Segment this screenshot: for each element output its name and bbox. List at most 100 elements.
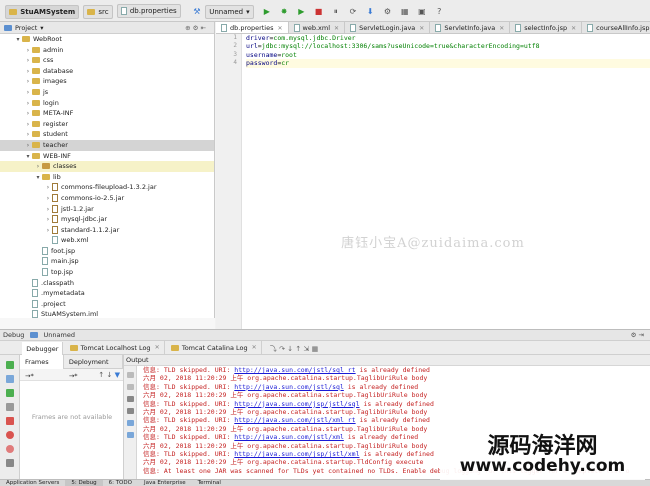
close-icon[interactable]: ✕	[571, 25, 576, 32]
breadcrumb-src[interactable]: src	[83, 5, 113, 19]
step-over-icon[interactable]: ↷	[279, 345, 285, 353]
tree-item[interactable]: .project	[0, 299, 214, 310]
log-link[interactable]: http://java.sun.com/jsp/jstl/xml	[234, 450, 359, 458]
evaluate-icon[interactable]: ▦	[312, 345, 319, 353]
mute-breakpoints-icon[interactable]	[5, 445, 14, 453]
tree-item[interactable]: › jstl-1.2.jar	[0, 204, 214, 215]
sdk-icon[interactable]: ▣	[416, 5, 428, 17]
log-link[interactable]: http://java.sun.com/jstl/xml rt	[234, 416, 355, 424]
vcs-icon[interactable]: ⬇	[364, 5, 376, 17]
settings-icon[interactable]	[5, 459, 14, 467]
file-icon	[52, 236, 58, 245]
editor-tab[interactable]: courseAllInfo.jsp✕	[582, 22, 650, 33]
tree-item[interactable]: .classpath	[0, 278, 214, 289]
scroll-to-end-icon[interactable]	[126, 408, 134, 414]
tree-item[interactable]: › student	[0, 129, 214, 140]
editor-tab[interactable]: selectInfo.jsp ✕	[510, 22, 583, 33]
breadcrumb-project[interactable]: StuAMSystem	[5, 5, 80, 19]
stop-program-icon[interactable]	[5, 417, 14, 425]
tool-window-button[interactable]: Application Servers	[0, 480, 65, 486]
tree-item[interactable]: › register	[0, 119, 214, 130]
build-icon[interactable]: ⚒	[191, 5, 203, 17]
tree-item[interactable]: ▾ WEB-INF	[0, 151, 214, 162]
tree-item[interactable]: › standard-1.1.2.jar	[0, 225, 214, 236]
update-icon[interactable]	[5, 375, 14, 383]
print-icon[interactable]	[126, 420, 134, 426]
editor-tab[interactable]: web.xml ✕	[289, 22, 346, 33]
editor-tab[interactable]: ServletLogin.java ✕	[345, 22, 431, 33]
down-icon[interactable]: ↓	[107, 371, 113, 379]
log-link[interactable]: http://java.sun.com/jsp/jstl/sql	[234, 400, 359, 408]
tool-window-button[interactable]: Terminal	[192, 480, 227, 486]
close-icon[interactable]: ✕	[252, 344, 257, 351]
tree-item[interactable]: › META-INF	[0, 108, 214, 119]
coverage-icon[interactable]: ▶	[295, 5, 307, 17]
view-breakpoints-icon[interactable]	[5, 431, 14, 439]
up-icon[interactable]: ↑	[98, 371, 104, 379]
log-link[interactable]: http://java.sun.com/jstl/sql	[234, 383, 344, 391]
resume-icon[interactable]	[5, 389, 14, 397]
tree-item[interactable]: › admin	[0, 45, 214, 56]
tab-tomcat-localhost-log[interactable]: Tomcat Localhost Log ✕	[66, 341, 165, 354]
tree-item[interactable]: › login	[0, 98, 214, 109]
sync-icon[interactable]: ⟳	[347, 5, 359, 17]
log-link[interactable]: http://java.sun.com/jstl/xml	[234, 433, 344, 441]
tool-window-button[interactable]: 5: Debug	[65, 480, 103, 486]
code-area[interactable]: driver=com.mysql.jdbc.Driver url=jdbc:mys…	[246, 34, 650, 68]
help-icon[interactable]: ?	[433, 5, 445, 17]
tree-item[interactable]: .mymetadata	[0, 288, 214, 299]
tree-item[interactable]: main.jsp	[0, 256, 214, 267]
run-to-cursor-icon[interactable]: ⇲	[303, 345, 309, 353]
tree-item[interactable]: › teacher	[0, 139, 214, 151]
tree-item[interactable]: ▾ WebRoot	[0, 34, 214, 45]
scroll-down-icon[interactable]	[126, 384, 134, 390]
step-out-icon[interactable]: ↑	[295, 345, 301, 353]
editor-tab[interactable]: db.properties ✕	[216, 22, 289, 33]
panel-settings-icon[interactable]: ⊕ ⚙ ⇤	[185, 24, 206, 32]
tree-item[interactable]: ▾ lib	[0, 172, 214, 183]
soft-wrap-icon[interactable]	[126, 396, 134, 402]
tree-item[interactable]: › commons-io-2.5.jar	[0, 193, 214, 204]
run-config-select[interactable]: Unnamed ▾	[205, 4, 254, 19]
tree-item[interactable]: top.jsp	[0, 267, 214, 278]
tree-item[interactable]: › css	[0, 55, 214, 66]
stop-icon[interactable]: ■	[313, 5, 325, 17]
tree-item[interactable]: foot.jsp	[0, 246, 214, 257]
editor-tab[interactable]: ServletInfo.java ✕	[430, 22, 511, 33]
pause-program-icon[interactable]	[5, 403, 14, 411]
pause-icon[interactable]: ⏸	[330, 6, 342, 18]
tab-deployment[interactable]: Deployment →*	[64, 354, 123, 380]
debug-window-controls-icon[interactable]: ⚙ ⇥	[631, 330, 644, 341]
debug-icon[interactable]: ✸	[278, 5, 290, 17]
tab-frames[interactable]: Frames →*	[20, 354, 64, 380]
run-icon[interactable]: ▶	[261, 5, 273, 17]
tree-item[interactable]: › mysql-jdbc.jar	[0, 214, 214, 225]
tool-window-button[interactable]: Java Enterprise	[138, 480, 192, 486]
tab-debugger[interactable]: Debugger	[22, 342, 64, 355]
tree-item[interactable]: web.xml	[0, 235, 214, 246]
clear-icon[interactable]	[126, 432, 134, 438]
tree-item[interactable]: › commons-fileupload-1.3.2.jar	[0, 182, 214, 193]
tool-window-button[interactable]: 6: TODO	[103, 480, 138, 486]
tree-item[interactable]: › classes	[0, 161, 214, 172]
close-icon[interactable]: ✕	[334, 25, 339, 32]
breadcrumb-file[interactable]: db.properties	[116, 4, 181, 18]
close-icon[interactable]: ✕	[155, 344, 160, 351]
step-into-icon[interactable]: ↓	[287, 345, 293, 353]
close-icon[interactable]: ✕	[278, 25, 283, 32]
scroll-up-icon[interactable]	[126, 372, 134, 378]
close-icon[interactable]: ✕	[419, 25, 424, 32]
show-execution-point-icon[interactable]: ⤵	[270, 345, 277, 353]
tree-item[interactable]: › database	[0, 66, 214, 77]
settings-icon[interactable]: ⚙	[381, 5, 393, 17]
structure-icon[interactable]: ▦	[399, 5, 411, 17]
log-link[interactable]: http://java.sun.com/jstl/sql rt	[234, 366, 355, 374]
filter-icon[interactable]: ▼	[115, 371, 120, 379]
close-icon[interactable]: ✕	[499, 25, 504, 32]
output-toolbar	[124, 366, 137, 479]
tree-item[interactable]: › js	[0, 87, 214, 98]
tab-tomcat-catalina-log[interactable]: Tomcat Catalina Log ✕	[167, 341, 262, 354]
project-view-dropdown-icon[interactable]: ▾	[40, 24, 43, 32]
rerun-icon[interactable]	[5, 361, 14, 369]
tree-item[interactable]: › images	[0, 76, 214, 87]
